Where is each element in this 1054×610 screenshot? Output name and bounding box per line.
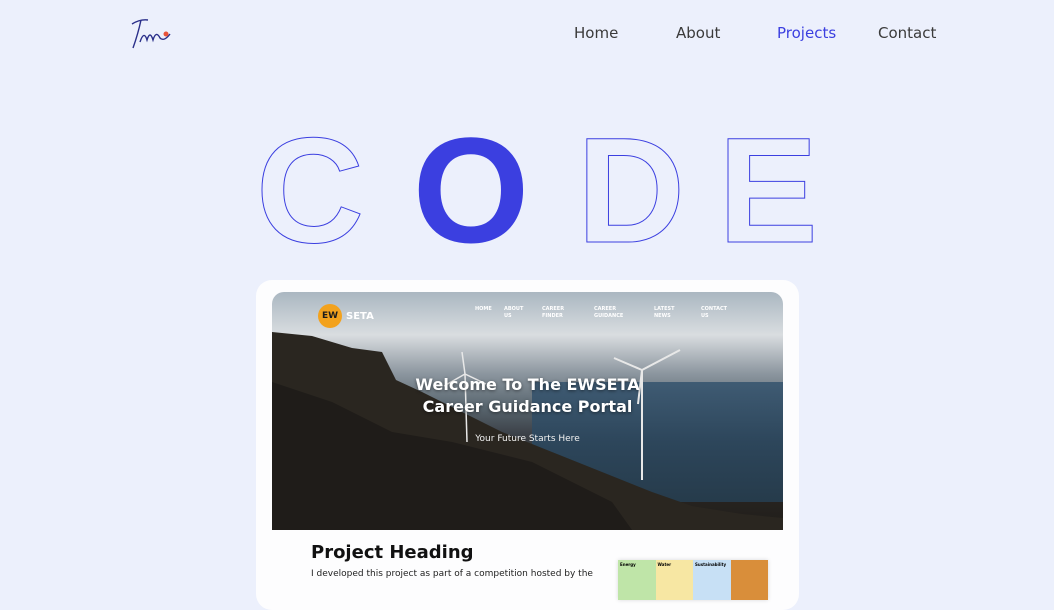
screenshot-nav-item: CAREER GUIDANCE <box>594 306 624 319</box>
screenshot-nav-item: ABOUT US <box>504 306 524 319</box>
hero-letter-c: C <box>256 106 364 270</box>
screenshot-nav-item: CAREER FINDER <box>542 306 565 319</box>
screenshot-title-line1: Welcome To The EWSETA <box>415 375 640 394</box>
main-nav: Home About Projects Contact <box>0 24 1054 46</box>
project-card[interactable]: EW SETA HOME ABOUT US CAREER FINDER CARE… <box>256 280 799 610</box>
hero-letter-o: O <box>413 106 530 270</box>
nav-home[interactable]: Home <box>574 24 618 42</box>
screenshot-nav-item: CONTACT US <box>701 306 728 319</box>
nav-about[interactable]: About <box>676 24 720 42</box>
project-description: I developed this project as part of a co… <box>311 569 593 579</box>
screenshot-nav-item: LATEST NEWS <box>654 306 675 319</box>
thumb-energy: Energy <box>618 560 656 600</box>
hero-letter-d: D <box>577 106 685 270</box>
hero-letter-e: E <box>718 106 818 270</box>
nav-projects[interactable]: Projects <box>777 24 836 42</box>
screenshot-title: Welcome To The EWSETA Career Guidance Po… <box>272 374 783 418</box>
nav-contact[interactable]: Contact <box>878 24 936 42</box>
thumb-sustainability: Sustainability <box>693 560 731 600</box>
screenshot-subtitle: Your Future Starts Here <box>475 434 580 444</box>
thumb-image <box>730 560 768 600</box>
screenshot-nav: HOME ABOUT US CAREER FINDER CAREER GUIDA… <box>272 306 783 326</box>
screenshot-title-line2: Career Guidance Portal <box>422 397 633 416</box>
screenshot-nav-item: HOME <box>475 306 492 312</box>
project-screenshot: EW SETA HOME ABOUT US CAREER FINDER CARE… <box>272 292 783 530</box>
project-thumbnail: Energy Water Sustainability <box>618 560 768 600</box>
project-heading: Project Heading <box>311 542 474 563</box>
thumb-water: Water <box>655 560 693 600</box>
